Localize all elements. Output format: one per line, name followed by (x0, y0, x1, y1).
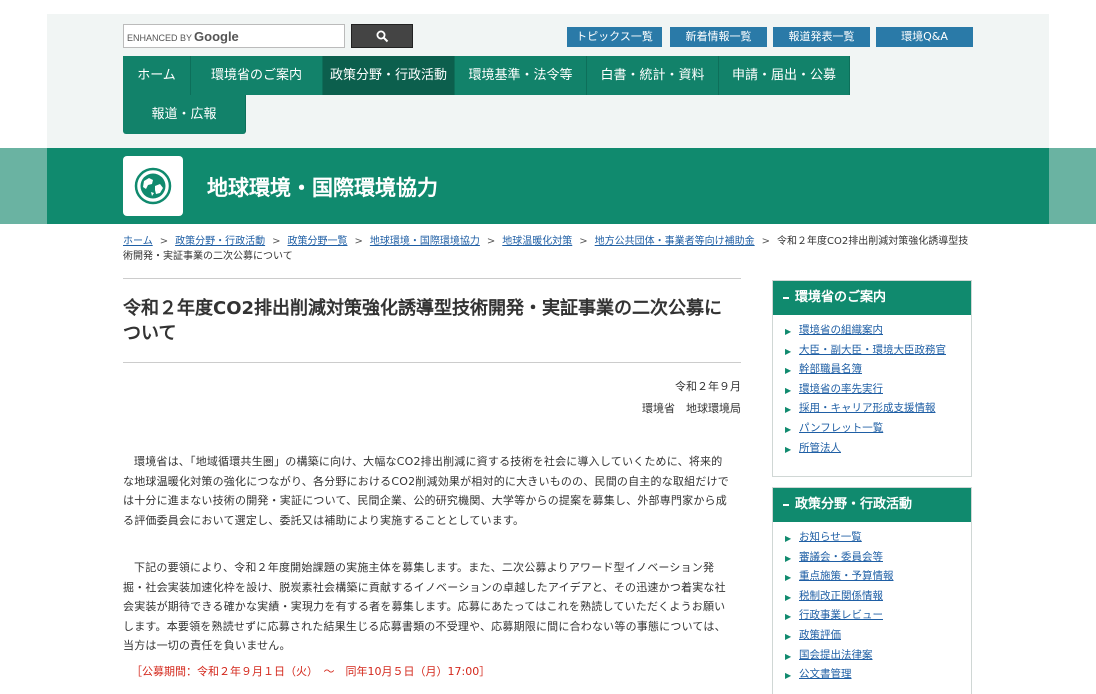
toplink-whats-new[interactable]: 新着情報一覧 (670, 27, 767, 47)
page-title: 令和２年度CO2排出削減対策強化誘導型技術開発・実証事業の二次公募について (123, 298, 723, 344)
arrow-right-icon: ▶ (785, 651, 792, 661)
divider (123, 278, 741, 279)
arrow-right-icon: ▶ (785, 346, 792, 356)
nav-home[interactable]: ホーム (123, 56, 191, 95)
sidebar-heading: 環境省のご案内 (773, 281, 971, 315)
toplink-press-releases[interactable]: 報道発表一覧 (773, 27, 870, 47)
sidebar-item[interactable]: ▶ 国会提出法律案 (785, 648, 965, 663)
sidebar-box-policy: 政策分野・行政活動 ▶ お知らせ一覧 ▶ 審議会・委員会等 ▶ 重点施策・予算情報 ▶… (772, 487, 972, 694)
nav-standards[interactable]: 環境基準・法令等 (455, 56, 587, 95)
arrow-right-icon: ▶ (785, 424, 792, 434)
sidebar-item[interactable]: ▶ 公文書管理 (785, 667, 965, 682)
toplink-topics[interactable]: トピックス一覧 (567, 27, 662, 47)
nav-applications[interactable]: 申請・届出・公募 (719, 56, 850, 95)
sidebar-item[interactable]: ▶ 審議会・委員会等 (785, 550, 965, 565)
sidebar-item[interactable]: ▶ 大臣・副大臣・環境大臣政務官 (785, 343, 965, 358)
article-paragraph-2: 下記の要領により、令和２年度開始課題の実施主体を募集します。また、二次公募よりア… (123, 561, 726, 653)
arrow-right-icon: ▶ (785, 573, 792, 583)
article-org: 環境省 地球環境局 (642, 402, 741, 415)
arrow-right-icon: ▶ (785, 405, 792, 415)
breadcrumb-policy[interactable]: 政策分野・行政活動 (175, 236, 265, 247)
divider (123, 362, 741, 363)
toplink-faq[interactable]: 環境Q&A (876, 27, 973, 47)
sidebar-item[interactable]: ▶ お知らせ一覧 (785, 530, 965, 545)
search-icon (376, 30, 389, 43)
arrow-right-icon: ▶ (785, 385, 792, 395)
nav-whitepaper[interactable]: 白書・統計・資料 (587, 56, 719, 95)
dash-icon (783, 296, 789, 299)
sidebar-list: ▶ 環境省の組織案内 ▶ 大臣・副大臣・環境大臣政務官 ▶ 幹部職員名簿 ▶ 環境省の率… (773, 315, 971, 456)
article-date: 令和２年９月 (675, 380, 741, 393)
sidebar-item[interactable]: ▶ パンフレット一覧 (785, 421, 965, 436)
category-banner-inner (47, 148, 1049, 224)
arrow-right-icon: ▶ (785, 327, 792, 336)
arrow-right-icon: ▶ (785, 631, 792, 641)
breadcrumb-home[interactable]: ホーム (123, 236, 153, 247)
nav-policy[interactable]: 政策分野・行政活動 (323, 56, 455, 95)
dash-icon (783, 503, 789, 506)
nav-about[interactable]: 環境省のご案内 (191, 56, 323, 95)
article-paragraph-1: 環境省は、「地域循環共生圏」の構築に向け、大幅なCO2排出削減に資する技術を社会… (123, 455, 729, 527)
arrow-right-icon: ▶ (785, 444, 792, 454)
arrow-right-icon: ▶ (785, 592, 792, 602)
sidebar-item[interactable]: ▶ 環境省の組織案内 (785, 323, 965, 338)
search-input[interactable]: ENHANCED BY Google (123, 24, 345, 48)
arrow-right-icon: ▶ (785, 534, 792, 543)
sidebar-item[interactable]: ▶ 重点施策・予算情報 (785, 569, 965, 584)
arrow-right-icon: ▶ (785, 366, 792, 376)
breadcrumb-warming[interactable]: 地球温暖化対策 (502, 236, 572, 247)
google-search-brand: ENHANCED BY Google (127, 29, 239, 44)
sidebar-item[interactable]: ▶ 幹部職員名簿 (785, 362, 965, 377)
arrow-right-icon: ▶ (785, 553, 792, 563)
nav-press[interactable]: 報道・広報 (123, 95, 246, 134)
breadcrumb-policy-list[interactable]: 政策分野一覧 (287, 236, 347, 247)
sidebar-item[interactable]: ▶ 行政事業レビュー (785, 608, 965, 623)
sidebar-list: ▶ お知らせ一覧 ▶ 審議会・委員会等 ▶ 重点施策・予算情報 ▶ 税制改正関係情報 ▶… (773, 522, 971, 682)
arrow-right-icon: ▶ (785, 612, 792, 622)
sidebar-heading: 政策分野・行政活動 (773, 488, 971, 522)
category-title: 地球環境・国際環境協力 (207, 176, 438, 200)
breadcrumb: ホーム > 政策分野・行政活動 > 政策分野一覧 > 地球環境・国際環境協力 > 地球温暖化対策… (123, 236, 969, 262)
globe-icon (123, 156, 183, 216)
sidebar-box-about: 環境省のご案内 ▶ 環境省の組織案内 ▶ 大臣・副大臣・環境大臣政務官 ▶ 幹部職員名… (772, 280, 972, 477)
arrow-right-icon: ▶ (785, 671, 792, 681)
sidebar-item[interactable]: ▶ 税制改正関係情報 (785, 589, 965, 604)
breadcrumb-global-env[interactable]: 地球環境・国際環境協力 (370, 236, 480, 247)
breadcrumb-subsidies[interactable]: 地方公共団体・事業者等向け補助金 (595, 236, 755, 247)
application-period: ［公募期間：令和２年９月１日（火） ～ 同年10月５日（月）17:00］ (131, 665, 491, 678)
sidebar-item[interactable]: ▶ 政策評価 (785, 628, 965, 643)
search-button[interactable] (351, 24, 413, 48)
sidebar-item[interactable]: ▶ 所管法人 (785, 441, 965, 456)
sidebar-item[interactable]: ▶ 採用・キャリア形成支援情報 (785, 401, 965, 416)
sidebar-item[interactable]: ▶ 環境省の率先実行 (785, 382, 965, 397)
